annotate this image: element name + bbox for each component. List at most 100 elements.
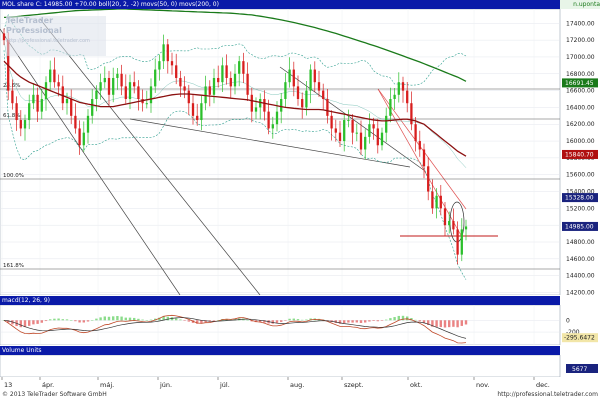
candle-body <box>103 77 106 83</box>
candle-body <box>439 195 442 209</box>
macd-histogram-bar <box>183 320 186 321</box>
candle-body <box>65 99 69 104</box>
volume-marker: 5677 <box>572 366 587 373</box>
candle-body <box>305 90 308 108</box>
candle-body <box>338 132 342 142</box>
candle-body <box>229 77 232 87</box>
macd-histogram-bar <box>393 317 396 321</box>
candle-body <box>301 99 304 108</box>
time-axis-ticks: 13 ápr. máj. jún. júl. aug. szept. okt. nov. dec. <box>1 377 550 389</box>
candle-body <box>448 220 451 226</box>
fibonacci-label: 61.8% <box>3 113 20 119</box>
macd-chart: 0-200-295.6472 <box>0 305 598 345</box>
macd-histogram-bar <box>36 320 39 324</box>
macd-histogram-bar <box>292 318 295 321</box>
macd-marker: -295.6472 <box>564 335 595 342</box>
price-tick-label: 17400.00 <box>566 20 595 27</box>
footer-link[interactable]: http://professional.teletrader.com <box>497 390 598 400</box>
time-tick-label: jún. <box>159 381 172 389</box>
macd-histogram-bar <box>149 319 153 321</box>
macd-histogram-bar <box>275 320 279 324</box>
macd-histogram-bar <box>288 318 291 321</box>
macd-histogram-bar <box>57 318 60 321</box>
macd-histogram-bar <box>456 320 459 328</box>
candle-body <box>44 82 48 100</box>
candle-body <box>191 103 195 116</box>
time-tick-label: nov. <box>476 381 490 389</box>
candle-body <box>217 77 220 83</box>
macd-histogram-bar <box>351 320 354 323</box>
candle-body <box>208 86 211 95</box>
candle-body <box>443 208 447 226</box>
candle-body <box>70 99 73 116</box>
candle-body <box>166 44 169 62</box>
candle-body <box>397 82 400 95</box>
candle-body <box>40 99 43 112</box>
price-marker: 15328.00 <box>565 195 594 202</box>
price-tick-label: 16200.00 <box>566 121 595 128</box>
macd-histogram-bar <box>284 320 287 321</box>
candle-body <box>292 69 295 87</box>
macd-histogram-bar <box>460 320 463 326</box>
price-panel-header-right: n.uponta <box>560 0 600 9</box>
candle-body <box>334 128 337 133</box>
candle-body <box>418 141 421 150</box>
candle-body <box>95 90 98 100</box>
candle-body <box>128 82 132 100</box>
candle-body <box>28 103 31 121</box>
price-tick-label: 16600.00 <box>566 88 595 95</box>
candle-body <box>359 132 363 150</box>
macd-panel-title: macd(12, 26, 9) <box>2 297 51 304</box>
candle-body <box>99 82 102 91</box>
macd-histogram-bar <box>212 320 216 321</box>
candle-body <box>32 94 35 104</box>
macd-histogram-bar <box>65 319 69 321</box>
candle-body <box>242 61 245 74</box>
candle-body <box>452 220 455 230</box>
candle-body <box>464 226 468 230</box>
macd-histogram-bar <box>19 320 22 328</box>
candle-body <box>330 115 333 129</box>
candle-body <box>175 65 178 78</box>
volume-chart: 5677 <box>0 355 598 377</box>
macd-histogram-bar <box>397 315 400 321</box>
macd-histogram-bar <box>452 320 455 327</box>
candle-body <box>170 61 174 66</box>
price-tick-label: 16400.00 <box>566 104 595 111</box>
volume-plot-background <box>0 355 561 377</box>
candle-body <box>179 77 182 87</box>
candle-body <box>91 99 94 116</box>
macd-histogram-bar <box>74 320 77 322</box>
macd-histogram-bar <box>137 318 140 321</box>
candle-body <box>380 132 384 146</box>
watermark-title: TeleTrader Professional <box>6 16 62 35</box>
candle-body <box>326 99 329 116</box>
candle-body <box>355 132 358 134</box>
macd-histogram-bar <box>448 320 451 328</box>
watermark: TeleTrader Professional http://professio… <box>6 16 106 56</box>
macd-histogram-bar <box>406 316 409 321</box>
macd-histogram-bar <box>78 320 81 323</box>
candle-body <box>196 115 199 121</box>
candle-body <box>212 77 216 95</box>
macd-histogram-bar <box>305 319 308 321</box>
candle-body <box>410 103 413 125</box>
candle-body <box>343 120 346 142</box>
time-tick-label: dec. <box>536 381 550 389</box>
candle-body <box>246 73 249 95</box>
macd-histogram-bar <box>368 320 371 322</box>
volume-panel-header: Volume Units <box>0 346 560 355</box>
candle-body <box>322 90 325 100</box>
candle-body <box>275 111 279 125</box>
volume-panel-title: Volume Units <box>2 347 42 354</box>
price-marker: 14985.00 <box>565 223 594 230</box>
candle-body <box>284 82 287 100</box>
macd-histogram-bar <box>464 320 468 325</box>
candle-body <box>225 65 228 78</box>
candle-body <box>389 99 392 116</box>
candle-body <box>86 115 90 133</box>
macd-histogram-bar <box>145 320 148 321</box>
macd-histogram-bar <box>359 320 363 323</box>
macd-histogram-bar <box>141 319 144 321</box>
candle-body <box>204 86 207 104</box>
